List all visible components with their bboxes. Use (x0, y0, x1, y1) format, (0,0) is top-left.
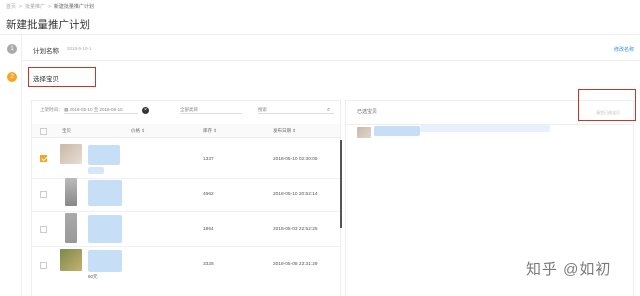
row-divider (32, 211, 340, 212)
row-checkbox[interactable] (40, 191, 47, 198)
column-header-date[interactable]: 发布日期 ⇕ (273, 128, 296, 134)
breadcrumb-separator: > (19, 4, 22, 10)
selected-item-title-blurred (374, 126, 420, 136)
column-header-price-label: 价格 (131, 128, 140, 133)
search-placeholder: 搜索 (258, 107, 267, 112)
clear-selection-link[interactable]: 清空已选宝贝 (596, 110, 620, 116)
item-thumbnail[interactable] (60, 144, 82, 164)
row-price: 60元 (88, 274, 98, 279)
breadcrumb-home[interactable]: 首页 (6, 4, 16, 10)
row-divider (32, 178, 340, 179)
row-checkbox[interactable] (40, 262, 47, 269)
row-date: 2018-05-08 23:31:29 (273, 262, 318, 267)
row-stock: 1337 (203, 157, 214, 162)
item-title-blurred[interactable] (88, 180, 122, 206)
selected-items-title: 已选宝贝 (357, 109, 378, 115)
item-thumbnail[interactable] (65, 213, 77, 243)
item-thumbnail[interactable] (60, 249, 82, 271)
row-date: 2018-05-10 02:30:05 (273, 157, 318, 162)
item-title-blurred[interactable] (88, 215, 122, 243)
item-title-blurred[interactable] (88, 250, 122, 272)
column-header-stock-label: 库存 (203, 128, 212, 133)
breadcrumb: 首页 > 批量推广 > 新建批量推广计划 (6, 3, 94, 10)
search-input[interactable]: 搜索 (258, 107, 334, 114)
row-stock: 1864 (203, 227, 214, 232)
column-header-price[interactable]: 价格 ⇕ (131, 128, 145, 134)
page-title: 新建批量推广计划 (6, 19, 90, 31)
row-divider (32, 246, 340, 247)
sort-icon: ⇕ (213, 128, 218, 133)
item-title-blurred[interactable] (88, 145, 120, 165)
column-header-date-label: 发布日期 (273, 128, 291, 133)
item-meta-blurred (88, 167, 104, 174)
row-stock: 4662 (203, 192, 214, 197)
sort-icon: ⇕ (141, 128, 146, 133)
launch-time-label: 上架时间： (40, 107, 63, 112)
selected-item-thumbnail (357, 127, 371, 138)
row-date: 2018-05-10 20:52:14 (273, 192, 318, 197)
row-stock: 3328 (203, 262, 214, 267)
clear-selection-highlight (578, 89, 636, 121)
column-header-item: 宝贝 (62, 128, 71, 133)
watermark: 知乎 @如初 (526, 261, 612, 278)
plan-name-value: 2018-5-10-1 (67, 46, 92, 51)
step-1-badge: 1 (7, 44, 17, 54)
clear-date-icon[interactable]: × (142, 107, 149, 114)
breadcrumb-current: 新建批量推广计划 (53, 4, 94, 10)
category-select[interactable]: 全部类目 (180, 107, 242, 114)
step-connector (21, 34, 22, 296)
sort-icon: ⇕ (292, 128, 297, 133)
row-checkbox[interactable] (40, 155, 47, 162)
item-thumbnail[interactable] (65, 178, 77, 206)
row-checkbox[interactable] (40, 226, 47, 233)
plan-name-label: 计划名称 (33, 48, 59, 55)
date-range-value: 2018-05-10 至 2018-05-15 (69, 107, 123, 112)
date-range-input[interactable]: ▦ 2018-05-10 至 2018-05-15 (64, 107, 138, 114)
column-header-stock[interactable]: 库存 ⇕ (203, 128, 217, 134)
breadcrumb-separator: > (47, 4, 51, 10)
select-items-highlight: 选择宝贝 (28, 67, 96, 87)
scrollbar-thumb[interactable] (340, 140, 342, 228)
row-date: 2018-05-03 22:52:25 (273, 227, 318, 232)
edit-plan-name-link[interactable]: 修改名称 (614, 46, 634, 53)
select-all-checkbox[interactable] (40, 128, 47, 135)
divider (22, 60, 640, 61)
breadcrumb-batch[interactable]: 批量推广 (25, 4, 45, 10)
category-placeholder: 全部类目 (180, 107, 198, 112)
search-icon[interactable]: ⌕ (327, 107, 330, 113)
divider (0, 34, 640, 35)
step-2-badge: 2 (7, 72, 17, 82)
selected-item-meta-blurred (420, 125, 550, 132)
select-items-label: 选择宝贝 (33, 76, 59, 83)
calendar-icon: ▦ (64, 107, 69, 112)
